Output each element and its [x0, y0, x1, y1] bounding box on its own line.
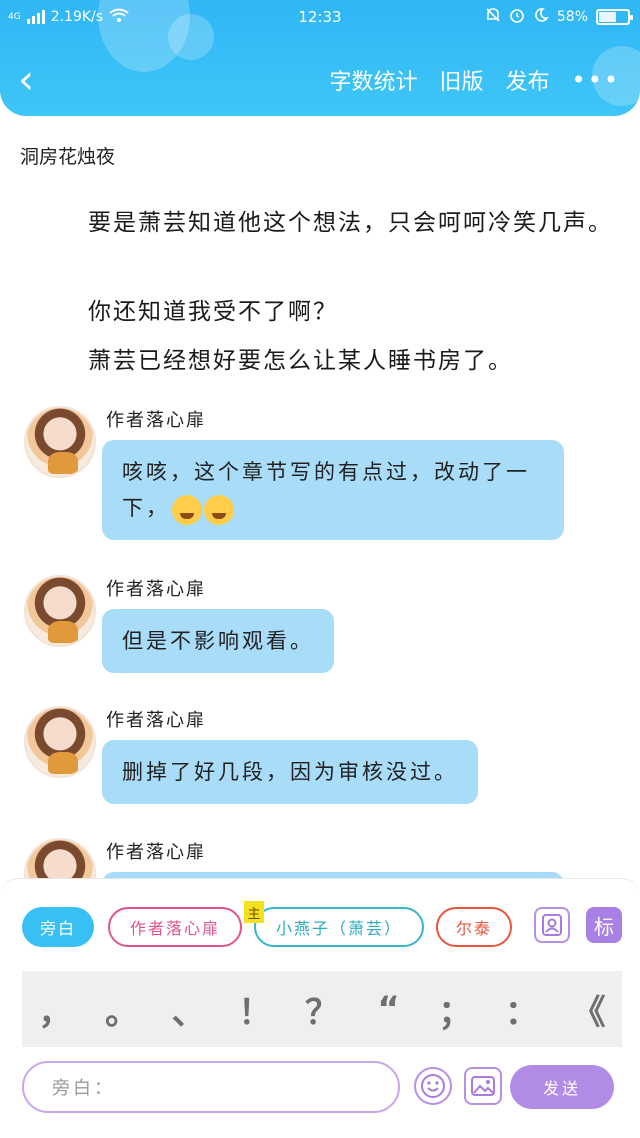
message-bubble[interactable]: 但是不影响观看。 — [102, 609, 334, 673]
alarm-icon — [509, 7, 525, 27]
avatar[interactable] — [24, 706, 96, 778]
punct-key[interactable]: ， — [29, 985, 81, 1034]
story-paragraph[interactable]: 要是萧芸知道他这个想法，只会呵呵冷笑几声。 — [28, 200, 618, 246]
send-button[interactable]: 发送 — [510, 1065, 614, 1109]
punct-key[interactable]: 、 — [163, 985, 215, 1034]
message-bubble[interactable]: 删掉了好几段，因为审核没过。 — [102, 740, 478, 804]
publish-button[interactable]: 发布 — [506, 64, 550, 96]
message-text: 删掉了好几段，因为审核没过。 — [122, 760, 458, 784]
status-right: 58% — [485, 7, 633, 27]
status-bar: 4G 2.19K/s 12:33 58% — [0, 4, 640, 30]
author-message[interactable]: 作者落心扉 咳咳，这个章节写的有点过，改动了一下， — [22, 406, 622, 556]
author-message[interactable]: 作者落心扉 但是不影响观看。 — [22, 575, 622, 685]
battery-percent: 58% — [556, 9, 588, 25]
laugh-cry-emoji — [172, 494, 202, 525]
main-character-badge: 主 — [244, 901, 264, 923]
avatar[interactable] — [24, 406, 96, 478]
story-paragraph[interactable]: 萧芸已经想好要怎么让某人睡书房了。 — [28, 338, 618, 384]
punct-key[interactable]: ： — [496, 985, 548, 1034]
image-icon[interactable] — [464, 1067, 502, 1105]
moon-icon — [533, 7, 549, 27]
compose-input[interactable]: 旁白： — [22, 1061, 400, 1113]
author-message[interactable]: 作者落心扉 删掉了好几段，因为审核没过。 — [22, 706, 622, 816]
role-ertai-button[interactable]: 尔泰 — [436, 907, 512, 947]
punct-key[interactable]: 。 — [96, 985, 148, 1034]
message-author: 作者落心扉 — [106, 410, 206, 431]
more-icon[interactable]: ••• — [572, 66, 620, 94]
punct-key[interactable]: ？ — [296, 985, 348, 1034]
punct-key[interactable]: “ — [363, 989, 415, 1029]
header-bar: 4G 2.19K/s 12:33 58% ‹ 字数统计 旧版 发布 ••• — [0, 0, 640, 116]
input-panel: 旁白 作者落心扉 小燕子（萧芸） 主 尔泰 标 ， 。 、 ！ ？ “ ； ： … — [0, 878, 640, 1138]
role-narration-button[interactable]: 旁白 — [22, 907, 94, 947]
back-arrow-icon[interactable]: ‹ — [18, 60, 52, 100]
header-actions: 字数统计 旧版 发布 ••• — [329, 64, 620, 96]
tag-button[interactable]: 标 — [586, 907, 622, 943]
bell-mute-icon — [485, 7, 501, 27]
story-paragraph[interactable]: 你还知道我受不了啊？ — [28, 289, 618, 335]
avatar[interactable] — [24, 575, 96, 647]
emoji-icon[interactable] — [414, 1067, 452, 1105]
message-author: 作者落心扉 — [106, 579, 206, 600]
message-author: 作者落心扉 — [106, 710, 206, 731]
message-bubble[interactable]: 咳咳，这个章节写的有点过，改动了一下， — [102, 440, 564, 540]
punct-key[interactable]: 《 — [563, 985, 615, 1034]
old-version-button[interactable]: 旧版 — [440, 64, 484, 96]
role-selector: 旁白 作者落心扉 小燕子（萧芸） 主 尔泰 标 — [22, 901, 622, 947]
punctuation-bar: ， 。 、 ！ ？ “ ； ： 《 — [22, 971, 622, 1047]
compose-row: 旁白： 发送 — [22, 1061, 622, 1113]
message-text: 但是不影响观看。 — [122, 629, 314, 653]
punct-key[interactable]: ！ — [229, 985, 281, 1034]
role-author-button[interactable]: 作者落心扉 — [108, 907, 242, 947]
message-author: 作者落心扉 — [106, 842, 206, 863]
character-manage-icon[interactable] — [534, 907, 570, 943]
crying-emoji — [204, 494, 234, 525]
editor-screen: 4G 2.19K/s 12:33 58% ‹ 字数统计 旧版 发布 ••• 洞房… — [0, 0, 640, 1138]
punct-key[interactable]: ； — [429, 985, 481, 1034]
word-count-button[interactable]: 字数统计 — [329, 64, 417, 96]
battery-icon — [596, 9, 633, 25]
role-main-character-button[interactable]: 小燕子（萧芸） — [254, 907, 424, 947]
chapter-title[interactable]: 洞房花烛夜 — [20, 142, 115, 169]
